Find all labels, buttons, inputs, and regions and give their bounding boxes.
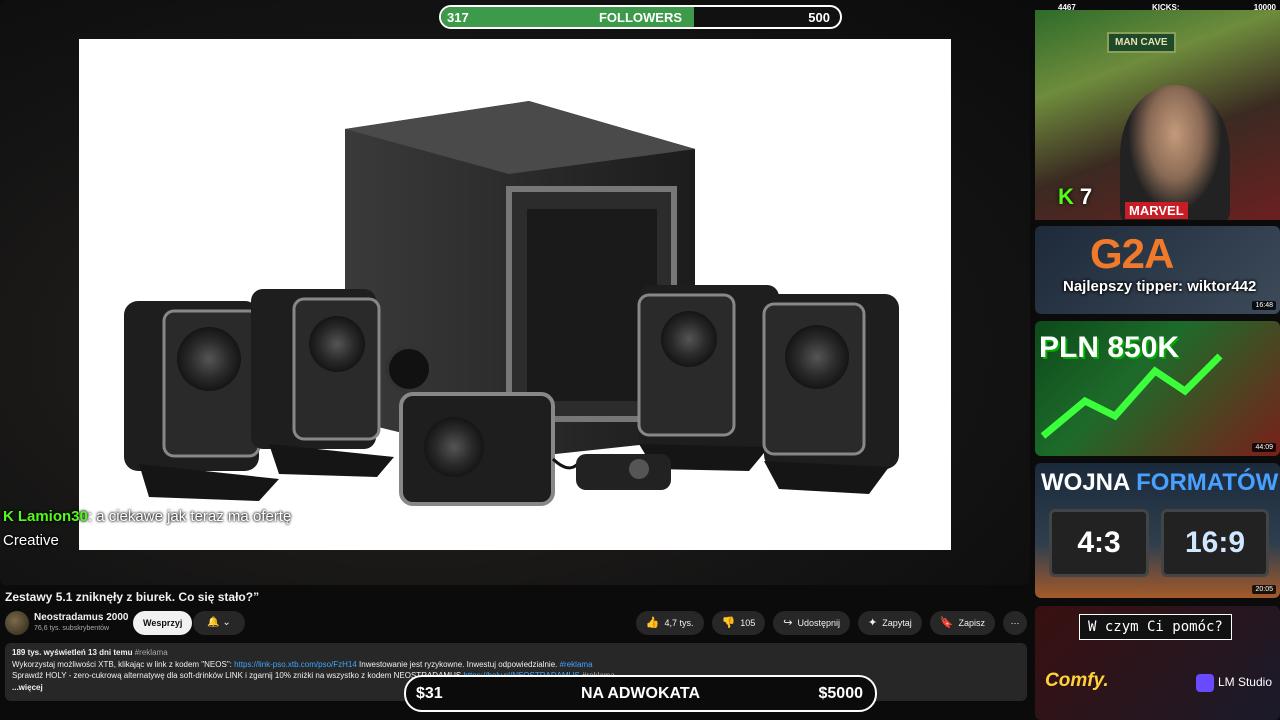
followers-goal-bar: 317 FOLLOWERS 500 (439, 5, 842, 29)
share-button[interactable]: ↪ Udostępnij (773, 611, 851, 635)
thumbs-up-icon: 👍 (645, 617, 660, 629)
tv-4-3: 4:3 (1049, 509, 1149, 577)
sparkle-icon: ✦ (868, 617, 878, 629)
recommended-video-2[interactable]: PLN 850K 44:09 (1035, 321, 1280, 456)
followers-goal: 500 (808, 10, 830, 25)
lm-studio-label: LM Studio (1195, 674, 1272, 692)
tv-16-9: 16:9 (1161, 509, 1269, 577)
donation-goal: $5000 (818, 685, 864, 702)
channel-name[interactable]: Neostradamus 2000 (34, 612, 129, 623)
chart-arrow-graphic (1040, 353, 1223, 439)
followers-label: FOLLOWERS (598, 10, 683, 25)
recommended-video-4[interactable]: W czym Ci pomóc? Comfy. LM Studio (1035, 606, 1280, 720)
video-duration: 20:05 (1252, 585, 1276, 594)
kick-logo-icon: K (1058, 184, 1074, 209)
video-actions: 👍 4,7 tys. 👎 105 ↪ Udostępnij ✦ Zapytaj 🔖 Zap… (635, 611, 1027, 635)
lm-studio-icon (1195, 674, 1214, 692)
notifications-button[interactable]: 🔔 ⌄ (193, 611, 245, 635)
channel-avatar[interactable] (5, 611, 29, 635)
comfy-logo: Comfy. (1045, 670, 1109, 691)
g2a-logo-text: G2A (1090, 230, 1174, 277)
like-button[interactable]: 👍 4,7 tys. (635, 611, 704, 635)
save-button[interactable]: 🔖 Zapisz (929, 611, 995, 635)
lm-studio-text: LM Studio (1217, 675, 1272, 690)
support-button[interactable]: Wesprzyj (133, 611, 193, 635)
description-line1b: Inwestowanie jest ryzykowne. Inwestuj od… (356, 659, 560, 669)
xtb-link[interactable]: https://link-pso.xtb.com/pso/FzH14 (234, 660, 357, 669)
share-label: Udostępnij (797, 618, 841, 628)
description-line1: Wykorzystaj możliwości XTB, klikając w l… (12, 659, 235, 669)
video-duration: 44:09 (1252, 443, 1276, 452)
streamer (1120, 85, 1230, 220)
channel-row: Neostradamus 2000 76,6 tys. subskrybentó… (5, 610, 1027, 636)
speaker-set-image (124, 101, 899, 506)
donation-goal-bar: $31 NA ADWOKATA $5000 (404, 675, 877, 712)
chat-overlay: K Lamion30: a ciekawe jak teraz ma ofertę… (3, 505, 303, 553)
save-label: Zapisz (958, 618, 985, 628)
dislike-count: 105 (740, 618, 756, 628)
chevron-down-icon: ⌄ (222, 617, 231, 628)
subscriber-count: 76,6 tys. subskrybentów (34, 625, 110, 632)
ask-button[interactable]: ✦ Zapytaj (858, 611, 922, 635)
stream-layout: 317 FOLLOWERS 500 K Lamion30: a ciekawe j… (0, 0, 1280, 720)
video-duration: 16:48 (1252, 301, 1276, 310)
more-actions-button[interactable]: ⋯ (1003, 611, 1027, 635)
video-frame-speakers-image (79, 39, 951, 550)
thumbs-down-icon: 👎 (721, 617, 736, 629)
kick-logo-icon: K (3, 508, 14, 525)
more-icon: ⋯ (1010, 618, 1020, 628)
kick-count: K7 (1058, 184, 1092, 210)
description-tag-2[interactable]: #reklama (560, 660, 593, 669)
share-icon: ↪ (783, 617, 793, 629)
g2a-logo: G2A (1090, 230, 1174, 278)
thumbnail-title-a: WOJNA (1041, 469, 1130, 496)
view-stats: 189 tys. wyświetleń 13 dni temu (12, 648, 133, 657)
video-player[interactable] (0, 0, 1030, 585)
top-tipper: Najlepszy tipper: wiktor442 (1063, 278, 1257, 295)
marvel-logo: MARVEL (1125, 202, 1188, 219)
chat-username: Lamion30 (17, 508, 88, 525)
dislike-button[interactable]: 👎 105 (711, 611, 766, 635)
thumbnail-title-b: FORMATÓW (1136, 469, 1279, 496)
show-more-link[interactable]: ...więcej (12, 683, 43, 692)
ask-label: Zapytaj (882, 618, 912, 628)
man-cave-sign: MAN CAVE (1107, 32, 1176, 53)
thumbnail-title: WOJNA FORMATÓW (1041, 469, 1278, 497)
recommended-video-3[interactable]: WOJNA FORMATÓW 4:3 16:9 20:05 (1035, 463, 1280, 598)
bookmark-icon: 🔖 (939, 617, 954, 629)
recommended-video-1[interactable]: G2A 16:48 (1035, 226, 1280, 314)
bell-icon: 🔔 (207, 617, 220, 628)
donation-label: NA ADWOKATA (580, 685, 701, 702)
description-line2: Sprawdź HOLY - zero-cukrową alternatywę … (12, 671, 464, 680)
assistant-prompt: W czym Ci pomóc? (1079, 614, 1232, 640)
video-title: Zestawy 5.1 zniknęły z biurek. Co się st… (5, 590, 260, 604)
like-count: 4,7 tys. (664, 618, 694, 628)
kick-count-value: 7 (1079, 184, 1093, 209)
description-tag[interactable]: #reklama (135, 648, 168, 657)
